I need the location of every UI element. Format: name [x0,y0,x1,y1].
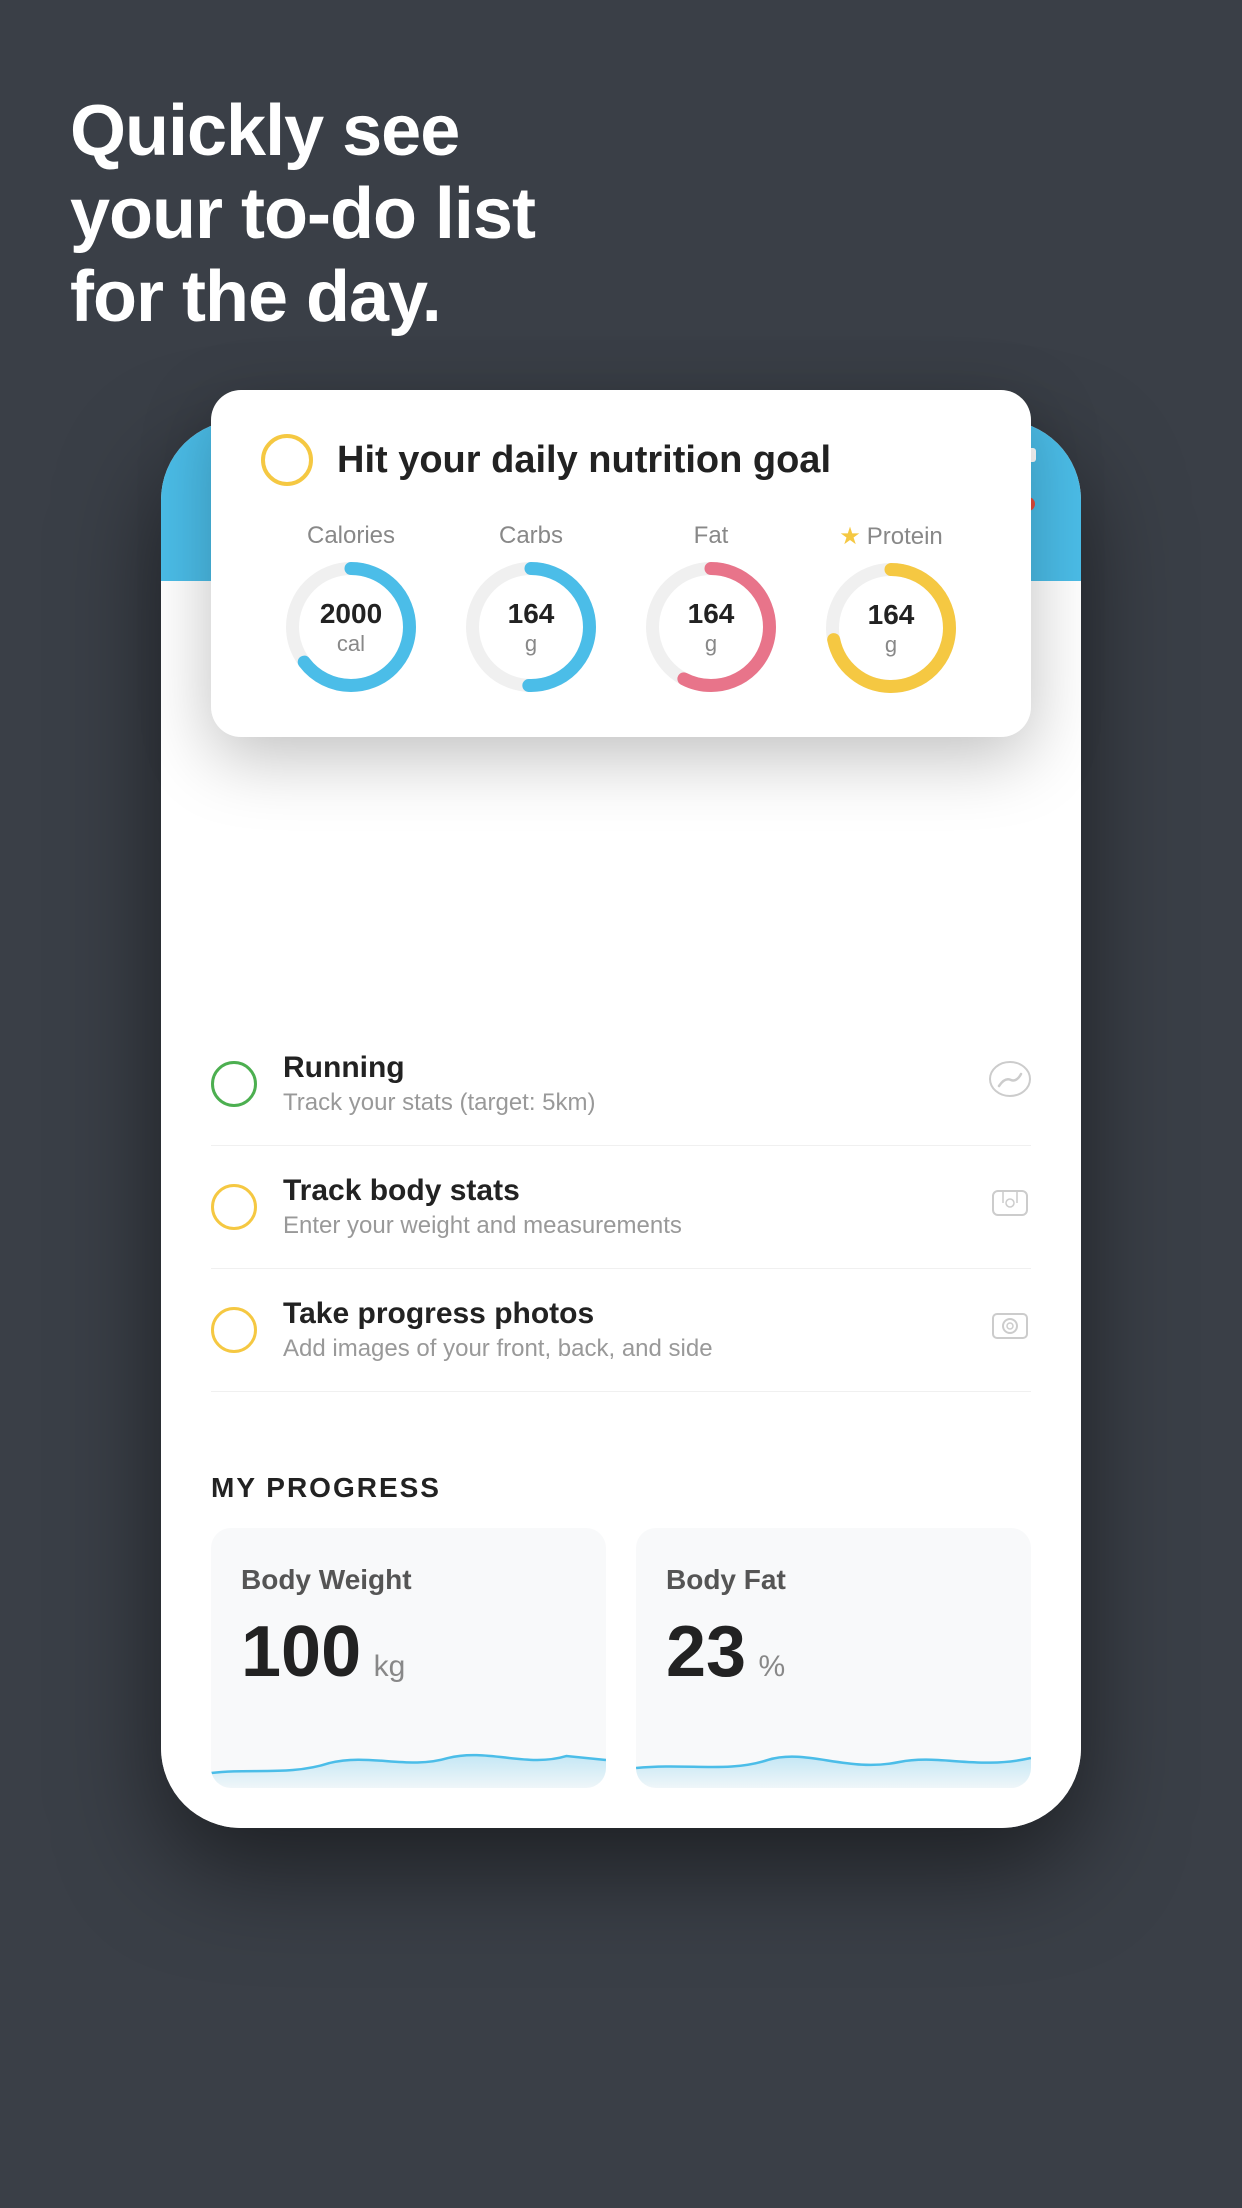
calories-label: Calories [307,522,395,550]
todo-check-photos[interactable] [211,1307,257,1353]
calories-donut: 2000 cal [286,562,416,692]
todo-check-body-stats[interactable] [211,1184,257,1230]
body-fat-chart [636,1718,1031,1788]
nutrition-check-circle[interactable] [261,434,313,486]
body-fat-number: 23 [666,1612,746,1692]
hero-text: Quickly see your to-do list for the day. [70,90,535,338]
body-weight-chart [211,1718,606,1788]
running-icon [989,1060,1031,1108]
protein-label: ★ Protein [839,522,943,551]
fat-item: Fat 164 g [646,522,776,692]
carbs-unit: g [525,631,537,656]
body-fat-card: Body Fat 23 % [636,1528,1031,1788]
nutrition-card: Hit your daily nutrition goal Calories 2… [211,390,1031,737]
nutrition-card-title: Hit your daily nutrition goal [337,439,831,482]
calories-item: Calories 2000 cal [286,522,416,692]
todo-check-running[interactable] [211,1061,257,1107]
calories-unit: cal [337,631,365,656]
fat-donut: 164 g [646,562,776,692]
body-weight-number: 100 [241,1612,361,1692]
fat-label: Fat [694,522,729,550]
protein-value: 164 [868,598,915,632]
star-icon: ★ [839,522,861,551]
body-weight-label: Body Weight [241,1564,576,1596]
body-weight-value-row: 100 kg [241,1616,576,1688]
todo-item-sub: Track your stats (target: 5km) [283,1089,963,1117]
hero-line1: Quickly see [70,90,535,173]
hero-line2: your to-do list [70,173,535,256]
card-header: Hit your daily nutrition goal [261,434,981,486]
body-weight-unit: kg [374,1650,406,1683]
todo-item-name: Track body stats [283,1174,963,1208]
fat-unit: g [705,631,717,656]
body-fat-unit: % [759,1650,786,1683]
protein-unit: g [885,632,897,657]
protein-donut: 164 g [826,563,956,693]
todo-item-name: Take progress photos [283,1297,963,1331]
hero-line3: for the day. [70,256,535,339]
todo-item-sub: Enter your weight and measurements [283,1212,963,1240]
list-item[interactable]: Running Track your stats (target: 5km) [211,1023,1031,1146]
carbs-label: Carbs [499,522,563,550]
fat-value: 164 [688,597,735,631]
protein-item: ★ Protein 164 g [826,522,956,693]
progress-title: MY PROGRESS [211,1472,1031,1504]
list-item[interactable]: Track body stats Enter your weight and m… [211,1146,1031,1269]
body-fat-label: Body Fat [666,1564,1001,1596]
list-item[interactable]: Take progress photos Add images of your … [211,1269,1031,1392]
todo-list: Running Track your stats (target: 5km) T… [211,1023,1031,1392]
todo-item-sub: Add images of your front, back, and side [283,1335,963,1363]
photo-icon [989,1306,1031,1354]
scale-icon [989,1183,1031,1231]
nutrition-items: Calories 2000 cal Carbs [261,522,981,693]
body-fat-value-row: 23 % [666,1616,1001,1688]
body-weight-card: Body Weight 100 kg [211,1528,606,1788]
calories-value: 2000 [320,597,382,631]
progress-section: MY PROGRESS Body Weight 100 kg [161,1432,1081,1828]
carbs-donut: 164 g [466,562,596,692]
carbs-item: Carbs 164 g [466,522,596,692]
todo-item-name: Running [283,1051,963,1085]
progress-cards: Body Weight 100 kg [211,1528,1031,1788]
carbs-value: 164 [508,597,555,631]
